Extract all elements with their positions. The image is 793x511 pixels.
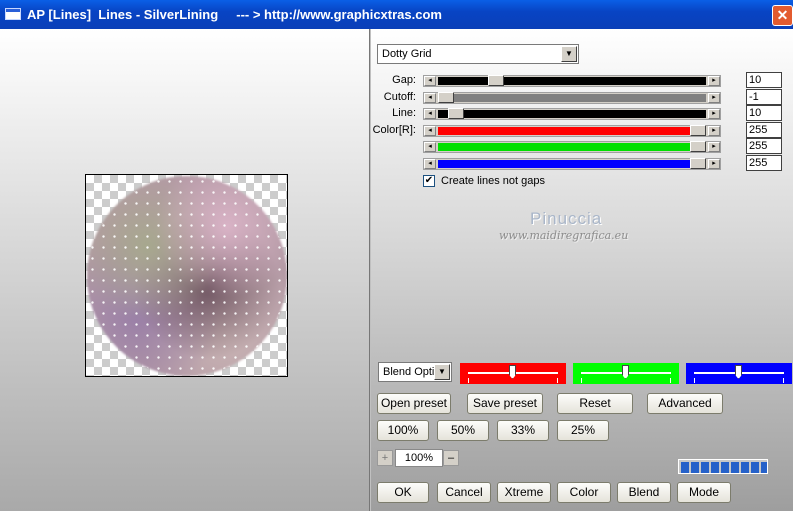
zoom-minus-button[interactable]: – [443,450,459,466]
slider-track [438,143,706,151]
effect-select-value: Dotty Grid [382,48,432,60]
slider-value-field[interactable]: -1 [746,89,782,105]
create-lines-checkbox[interactable]: ✔ [423,175,435,187]
create-lines-label[interactable]: Create lines not gaps [441,175,545,187]
zoom-plus-button[interactable]: + [377,450,393,466]
xtreme-button[interactable]: Xtreme [497,482,551,503]
checkmark-icon: ✔ [424,175,434,186]
slider-track [438,77,706,85]
color-slider-thumb[interactable] [509,365,516,379]
blend-button[interactable]: Blend [617,482,671,503]
slider-value-field[interactable]: 10 [746,72,782,88]
value-slider[interactable]: ◂ ▸ [423,92,721,104]
dotty-grid-overlay [87,176,287,376]
tick-mark [557,378,558,383]
scroll-left-icon[interactable]: ◂ [424,126,436,136]
color-button[interactable]: Color [557,482,611,503]
slider-thumb[interactable] [438,92,454,103]
close-button[interactable]: ✕ [772,5,793,26]
tick-mark [694,378,695,383]
slider-value-field[interactable]: 255 [746,155,782,171]
zoom-100-button[interactable]: 100% [377,420,429,441]
open-preset-button[interactable]: Open preset [377,393,451,414]
effect-select[interactable]: Dotty Grid ▼ [377,44,579,64]
scroll-right-icon[interactable]: ▸ [708,126,720,136]
slider-label: Line: [392,107,416,119]
slider-track [438,127,706,135]
mode-button[interactable]: Mode [677,482,731,503]
cancel-button[interactable]: Cancel [437,482,491,503]
scroll-right-icon[interactable]: ▸ [708,109,720,119]
slider-thumb[interactable] [690,158,706,169]
slider-value-field[interactable]: 255 [746,138,782,154]
window-title: AP [Lines] Lines - SilverLining --- > ht… [27,7,442,22]
blend-select-value: Blend Optio [383,366,435,378]
scroll-left-icon[interactable]: ◂ [424,142,436,152]
color-slider-thumb[interactable] [622,365,629,379]
slider-value-field[interactable]: 10 [746,105,782,121]
scroll-right-icon[interactable]: ▸ [708,159,720,169]
value-slider[interactable]: ◂ ▸ [423,141,721,153]
watermark-url: www.maidiregrafica.eu [499,229,629,242]
advanced-button[interactable]: Advanced [647,393,723,414]
progress-fill [681,462,767,473]
scroll-right-icon[interactable]: ▸ [708,93,720,103]
chevron-down-icon[interactable]: ▼ [561,46,577,62]
save-preset-button[interactable]: Save preset [467,393,543,414]
value-slider[interactable]: ◂ ▸ [423,108,721,120]
scroll-left-icon[interactable]: ◂ [424,93,436,103]
zoom-50-button[interactable]: 50% [437,420,489,441]
slider-label: Color[R]: [372,124,416,136]
slider-thumb[interactable] [690,141,706,152]
zoom-33-button[interactable]: 33% [497,420,549,441]
slider-thumb[interactable] [488,75,504,86]
zoom-25-button[interactable]: 25% [557,420,609,441]
slider-track [438,110,706,118]
tick-mark [468,378,469,383]
watermark-name: Pinuccia [530,209,603,228]
controls-pane: Dotty Grid ▼ Gap: ◂ ▸ 10 Cutoff: ◂ ▸ -1 Line: ◂ ▸ 1… [371,29,793,511]
scroll-left-icon[interactable]: ◂ [424,109,436,119]
value-slider[interactable]: ◂ ▸ [423,125,721,137]
color-slider-thumb[interactable] [735,365,742,379]
value-slider[interactable]: ◂ ▸ [423,75,721,87]
ok-button[interactable]: OK [377,482,429,503]
slider-value-field[interactable]: 255 [746,122,782,138]
chevron-down-icon[interactable]: ▼ [434,364,450,380]
preview-pane [0,29,370,511]
slider-label: Gap: [392,74,416,86]
color-slider-box[interactable] [686,363,792,384]
reset-button[interactable]: Reset [557,393,633,414]
title-bar: AP [Lines] Lines - SilverLining --- > ht… [0,0,793,29]
slider-thumb[interactable] [448,108,464,119]
slider-label: Cutoff: [383,91,416,103]
app-icon [5,8,21,20]
slider-track [438,94,706,102]
color-slider-box[interactable] [460,363,566,384]
value-slider[interactable]: ◂ ▸ [423,158,721,170]
zoom-value[interactable]: 100% [395,449,443,467]
tick-mark [783,378,784,383]
scroll-left-icon[interactable]: ◂ [424,76,436,86]
slider-track [438,160,706,168]
color-slider-box[interactable] [573,363,679,384]
scroll-left-icon[interactable]: ◂ [424,159,436,169]
progress-bar [678,459,768,474]
preview-image[interactable] [85,174,288,377]
slider-thumb[interactable] [690,125,706,136]
tick-mark [670,378,671,383]
scroll-right-icon[interactable]: ▸ [708,142,720,152]
tick-mark [581,378,582,383]
scroll-right-icon[interactable]: ▸ [708,76,720,86]
blend-options-select[interactable]: Blend Optio ▼ [378,362,452,382]
